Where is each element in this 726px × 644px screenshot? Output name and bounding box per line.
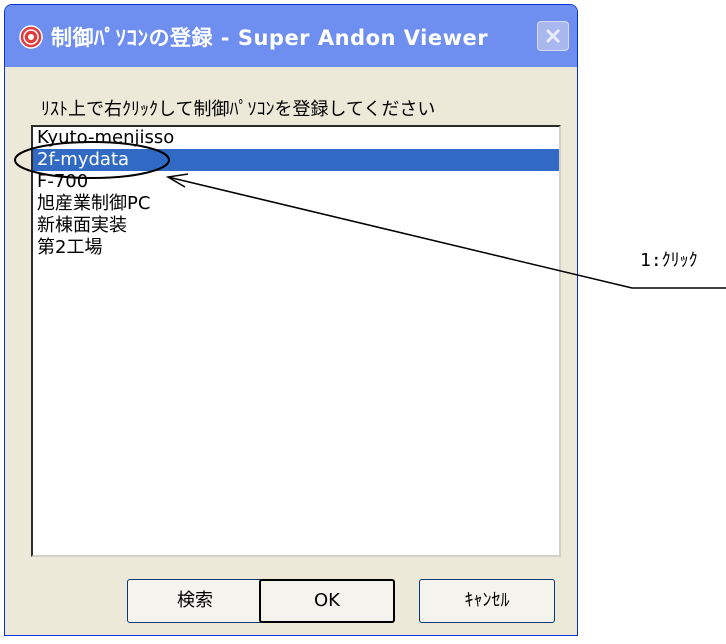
list-item[interactable]: F-700 (33, 171, 559, 193)
list-item[interactable]: 新棟面実装 (33, 215, 559, 237)
instruction-text: ﾘｽﾄ上で右ｸﾘｯｸして制御ﾊﾟｿｺﾝを登録してください (41, 99, 436, 120)
dialog-window: 制御ﾊﾟｿｺﾝの登録 - Super Andon Viewer ﾘｽﾄ上で右ｸﾘ… (4, 4, 578, 636)
list-item[interactable]: 第2工場 (33, 237, 559, 259)
close-icon (545, 28, 561, 44)
close-button[interactable] (537, 21, 569, 51)
dialog-client-area: ﾘｽﾄ上で右ｸﾘｯｸして制御ﾊﾟｿｺﾝを登録してください Kyuto-menji… (5, 67, 577, 635)
search-button[interactable]: 検索 (127, 579, 263, 623)
pc-listbox[interactable]: Kyuto-menjisso 2f-mydata F-700 旭産業制御PC 新… (31, 125, 561, 557)
button-row: 検索 OK ｷｬﾝｾﾙ (5, 579, 577, 623)
ok-button[interactable]: OK (259, 579, 395, 623)
page: 制御ﾊﾟｿｺﾝの登録 - Super Andon Viewer ﾘｽﾄ上で右ｸﾘ… (0, 0, 726, 644)
list-item[interactable]: 旭産業制御PC (33, 193, 559, 215)
window-title: 制御ﾊﾟｿｺﾝの登録 - Super Andon Viewer (51, 26, 489, 50)
cancel-button[interactable]: ｷｬﾝｾﾙ (419, 579, 555, 623)
list-item-selected[interactable]: 2f-mydata (33, 149, 559, 171)
annotation-label: 1:ｸﾘｯｸ (640, 250, 698, 271)
list-item[interactable]: Kyuto-menjisso (33, 127, 559, 149)
title-bar[interactable]: 制御ﾊﾟｿｺﾝの登録 - Super Andon Viewer (5, 5, 577, 67)
app-logo-icon (19, 25, 43, 49)
